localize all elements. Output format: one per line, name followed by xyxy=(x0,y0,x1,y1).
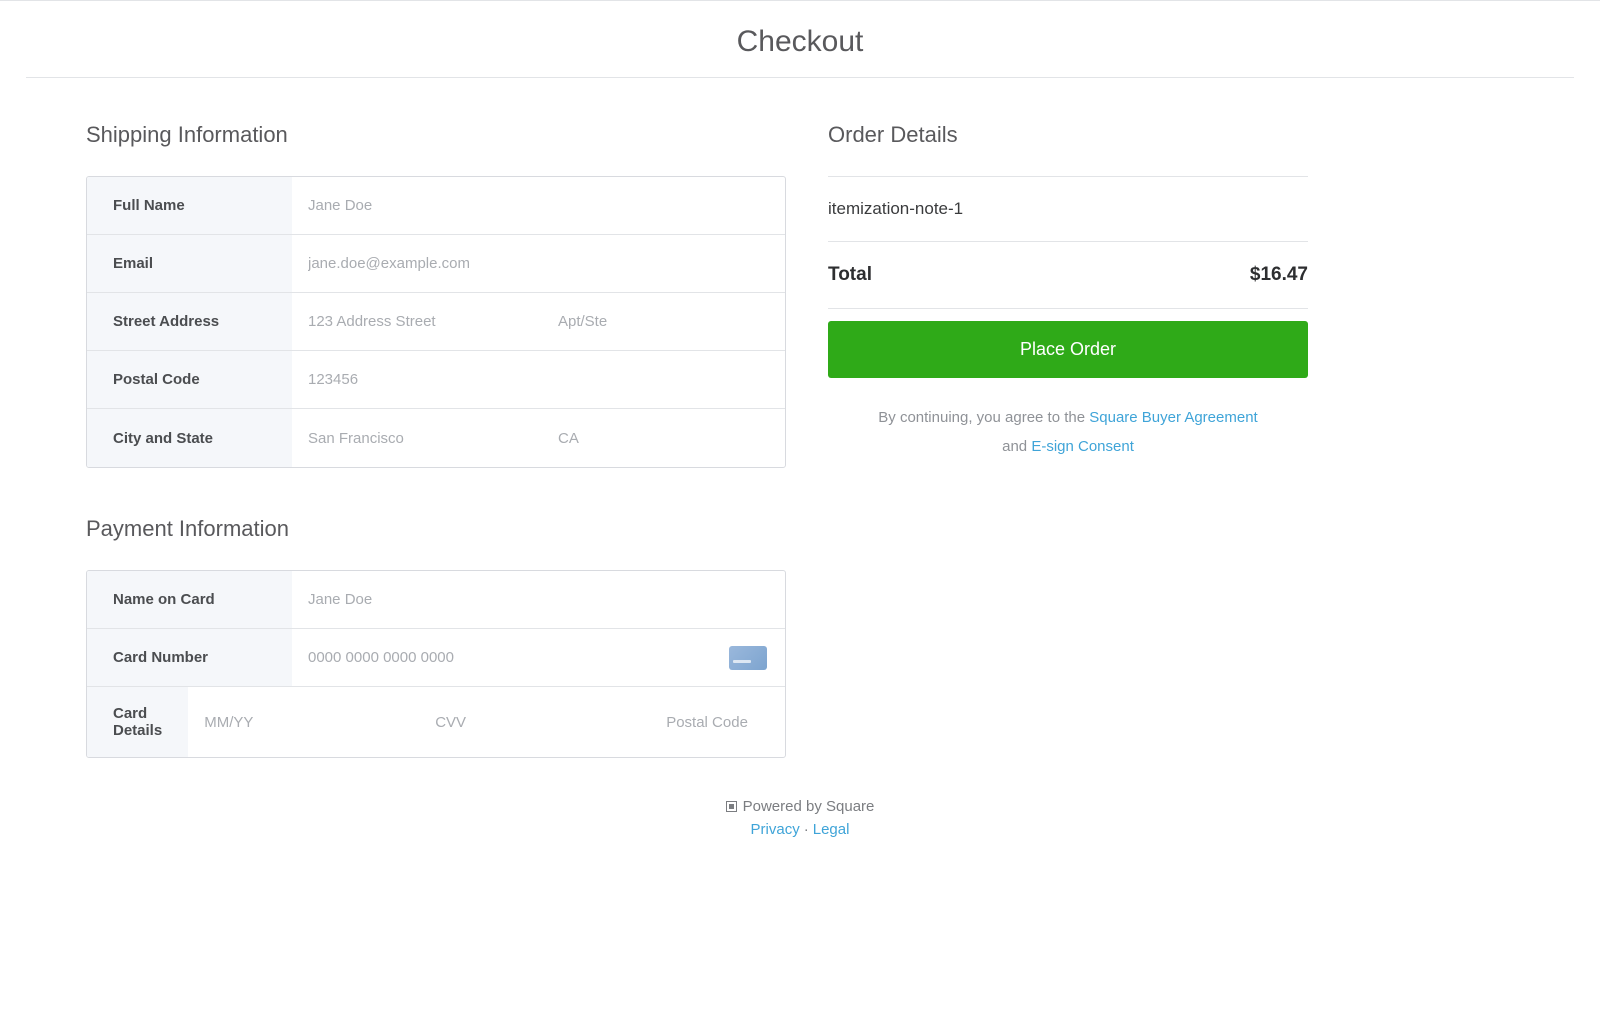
state-input[interactable] xyxy=(542,412,773,465)
page-title: Checkout xyxy=(0,1,1600,77)
agreement-prefix: By continuing, you agree to the xyxy=(878,409,1089,426)
esign-consent-link[interactable]: E-sign Consent xyxy=(1031,438,1134,455)
postal-label: Postal Code xyxy=(87,351,292,408)
order-details-heading: Order Details xyxy=(828,122,1308,148)
payment-heading: Payment Information xyxy=(86,516,786,542)
card-brand-icon xyxy=(729,646,767,670)
city-input[interactable] xyxy=(292,412,542,465)
email-input[interactable] xyxy=(292,237,773,290)
card-postal-input[interactable] xyxy=(650,696,786,749)
postal-input[interactable] xyxy=(292,353,773,406)
agreement-middle: and xyxy=(1002,438,1031,455)
footer-separator: · xyxy=(804,821,809,838)
card-details-label: Card Details xyxy=(87,687,188,757)
square-logo-icon xyxy=(726,801,737,812)
payment-form: Name on Card Card Number Card Details xyxy=(86,570,786,758)
street-input[interactable] xyxy=(292,295,542,348)
name-on-card-input[interactable] xyxy=(292,573,773,626)
cvv-input[interactable] xyxy=(419,696,650,749)
expiry-input[interactable] xyxy=(188,696,419,749)
full-name-input[interactable] xyxy=(292,179,773,232)
card-number-input[interactable] xyxy=(292,631,729,684)
powered-by-text: Powered by Square xyxy=(743,798,875,815)
order-total-label: Total xyxy=(828,264,872,286)
apt-input[interactable] xyxy=(542,295,773,348)
place-order-button[interactable]: Place Order xyxy=(828,321,1308,378)
city-state-label: City and State xyxy=(87,409,292,467)
full-name-label: Full Name xyxy=(87,177,292,234)
street-label: Street Address xyxy=(87,293,292,350)
buyer-agreement-link[interactable]: Square Buyer Agreement xyxy=(1089,409,1257,426)
order-total-value: $16.47 xyxy=(1250,264,1308,286)
email-label: Email xyxy=(87,235,292,292)
card-number-label: Card Number xyxy=(87,629,292,686)
shipping-form: Full Name Email Street Address Posta xyxy=(86,176,786,468)
order-item-note: itemization-note-1 xyxy=(828,177,1308,241)
privacy-link[interactable]: Privacy xyxy=(751,821,800,838)
shipping-heading: Shipping Information xyxy=(86,122,786,148)
agreement-text: By continuing, you agree to the Square B… xyxy=(828,404,1308,461)
order-divider-bottom xyxy=(828,308,1308,309)
legal-link[interactable]: Legal xyxy=(813,821,850,838)
name-on-card-label: Name on Card xyxy=(87,571,292,628)
